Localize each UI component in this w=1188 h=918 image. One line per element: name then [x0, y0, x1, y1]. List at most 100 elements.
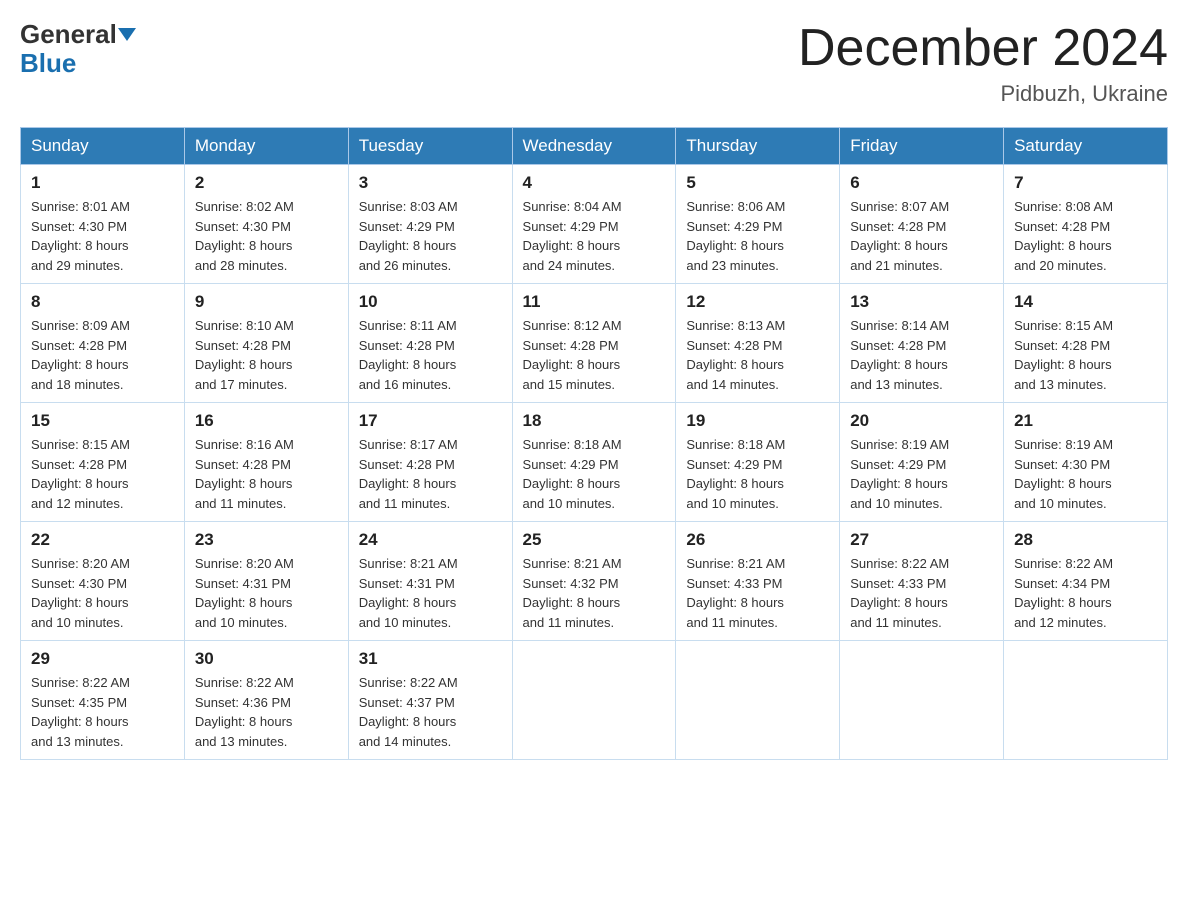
day-info: Sunrise: 8:22 AMSunset: 4:35 PMDaylight:…: [31, 673, 174, 751]
calendar-cell: 7 Sunrise: 8:08 AMSunset: 4:28 PMDaylight…: [1004, 165, 1168, 284]
day-info: Sunrise: 8:12 AMSunset: 4:28 PMDaylight:…: [523, 316, 666, 394]
day-info: Sunrise: 8:15 AMSunset: 4:28 PMDaylight:…: [1014, 316, 1157, 394]
day-info: Sunrise: 8:07 AMSunset: 4:28 PMDaylight:…: [850, 197, 993, 275]
day-info: Sunrise: 8:17 AMSunset: 4:28 PMDaylight:…: [359, 435, 502, 513]
day-number: 30: [195, 649, 338, 669]
logo-blue: Blue: [20, 49, 136, 78]
calendar-cell: 28Sunrise: 8:22 AMSunset: 4:34 PMDayligh…: [1004, 522, 1168, 641]
page-header: General Blue December 2024 Pidbuzh, Ukra…: [20, 20, 1168, 107]
day-info: Sunrise: 8:18 AMSunset: 4:29 PMDaylight:…: [523, 435, 666, 513]
day-number: 29: [31, 649, 174, 669]
day-number: 24: [359, 530, 502, 550]
day-number: 6: [850, 173, 993, 193]
calendar-cell: 13 Sunrise: 8:14 AMSunset: 4:28 PMDayligh…: [840, 284, 1004, 403]
day-header-monday: Monday: [184, 128, 348, 165]
day-info: Sunrise: 8:08 AMSunset: 4:28 PMDaylight:…: [1014, 197, 1157, 275]
calendar-cell: 12Sunrise: 8:13 AMSunset: 4:28 PMDayligh…: [676, 284, 840, 403]
day-number: 1: [31, 173, 174, 193]
day-number: 14: [1014, 292, 1157, 312]
calendar-cell: 17 Sunrise: 8:17 AMSunset: 4:28 PMDayligh…: [348, 403, 512, 522]
day-info: Sunrise: 8:10 AMSunset: 4:28 PMDaylight:…: [195, 316, 338, 394]
day-info: Sunrise: 8:20 AMSunset: 4:31 PMDaylight:…: [195, 554, 338, 632]
day-number: 17: [359, 411, 502, 431]
calendar-header: SundayMondayTuesdayWednesdayThursdayFrid…: [21, 128, 1168, 165]
day-info: Sunrise: 8:09 AMSunset: 4:28 PMDaylight:…: [31, 316, 174, 394]
day-info: Sunrise: 8:19 AMSunset: 4:30 PMDaylight:…: [1014, 435, 1157, 513]
week-row-4: 22Sunrise: 8:20 AMSunset: 4:30 PMDayligh…: [21, 522, 1168, 641]
logo-general: General: [20, 20, 136, 49]
day-info: Sunrise: 8:18 AMSunset: 4:29 PMDaylight:…: [686, 435, 829, 513]
day-number: 3: [359, 173, 502, 193]
calendar-cell: 31Sunrise: 8:22 AMSunset: 4:37 PMDayligh…: [348, 641, 512, 760]
week-row-3: 15 Sunrise: 8:15 AMSunset: 4:28 PMDayligh…: [21, 403, 1168, 522]
day-info: Sunrise: 8:21 AMSunset: 4:33 PMDaylight:…: [686, 554, 829, 632]
day-number: 9: [195, 292, 338, 312]
calendar-cell: 21 Sunrise: 8:19 AMSunset: 4:30 PMDayligh…: [1004, 403, 1168, 522]
day-number: 25: [523, 530, 666, 550]
day-info: Sunrise: 8:22 AMSunset: 4:34 PMDaylight:…: [1014, 554, 1157, 632]
calendar-cell: 3 Sunrise: 8:03 AMSunset: 4:29 PMDaylight…: [348, 165, 512, 284]
calendar-cell: [1004, 641, 1168, 760]
day-number: 7: [1014, 173, 1157, 193]
day-number: 2: [195, 173, 338, 193]
day-number: 20: [850, 411, 993, 431]
day-number: 11: [523, 292, 666, 312]
day-number: 8: [31, 292, 174, 312]
day-info: Sunrise: 8:01 AMSunset: 4:30 PMDaylight:…: [31, 197, 174, 275]
day-info: Sunrise: 8:21 AMSunset: 4:32 PMDaylight:…: [523, 554, 666, 632]
day-header-wednesday: Wednesday: [512, 128, 676, 165]
day-number: 19: [686, 411, 829, 431]
day-info: Sunrise: 8:03 AMSunset: 4:29 PMDaylight:…: [359, 197, 502, 275]
day-info: Sunrise: 8:14 AMSunset: 4:28 PMDaylight:…: [850, 316, 993, 394]
day-info: Sunrise: 8:04 AMSunset: 4:29 PMDaylight:…: [523, 197, 666, 275]
day-number: 5: [686, 173, 829, 193]
day-header-tuesday: Tuesday: [348, 128, 512, 165]
day-info: Sunrise: 8:11 AMSunset: 4:28 PMDaylight:…: [359, 316, 502, 394]
day-header-saturday: Saturday: [1004, 128, 1168, 165]
calendar-cell: 14 Sunrise: 8:15 AMSunset: 4:28 PMDayligh…: [1004, 284, 1168, 403]
day-info: Sunrise: 8:19 AMSunset: 4:29 PMDaylight:…: [850, 435, 993, 513]
day-info: Sunrise: 8:16 AMSunset: 4:28 PMDaylight:…: [195, 435, 338, 513]
calendar-cell: 29 Sunrise: 8:22 AMSunset: 4:35 PMDayligh…: [21, 641, 185, 760]
calendar-cell: [512, 641, 676, 760]
day-number: 10: [359, 292, 502, 312]
calendar-cell: 23Sunrise: 8:20 AMSunset: 4:31 PMDayligh…: [184, 522, 348, 641]
calendar-cell: [676, 641, 840, 760]
calendar-cell: 2 Sunrise: 8:02 AMSunset: 4:30 PMDaylight…: [184, 165, 348, 284]
day-info: Sunrise: 8:06 AMSunset: 4:29 PMDaylight:…: [686, 197, 829, 275]
day-header-thursday: Thursday: [676, 128, 840, 165]
week-row-2: 8 Sunrise: 8:09 AMSunset: 4:28 PMDaylight…: [21, 284, 1168, 403]
calendar-cell: 25 Sunrise: 8:21 AMSunset: 4:32 PMDayligh…: [512, 522, 676, 641]
day-number: 18: [523, 411, 666, 431]
calendar-cell: 10 Sunrise: 8:11 AMSunset: 4:28 PMDayligh…: [348, 284, 512, 403]
calendar-cell: 11 Sunrise: 8:12 AMSunset: 4:28 PMDayligh…: [512, 284, 676, 403]
week-row-1: 1 Sunrise: 8:01 AMSunset: 4:30 PMDaylight…: [21, 165, 1168, 284]
day-info: Sunrise: 8:22 AMSunset: 4:36 PMDaylight:…: [195, 673, 338, 751]
calendar-cell: 16Sunrise: 8:16 AMSunset: 4:28 PMDayligh…: [184, 403, 348, 522]
day-info: Sunrise: 8:21 AMSunset: 4:31 PMDaylight:…: [359, 554, 502, 632]
day-number: 26: [686, 530, 829, 550]
logo: General Blue: [20, 20, 136, 77]
day-info: Sunrise: 8:20 AMSunset: 4:30 PMDaylight:…: [31, 554, 174, 632]
day-info: Sunrise: 8:22 AMSunset: 4:33 PMDaylight:…: [850, 554, 993, 632]
logo-arrow-icon: [118, 28, 136, 41]
title-block: December 2024 Pidbuzh, Ukraine: [798, 20, 1168, 107]
day-number: 13: [850, 292, 993, 312]
day-header-row: SundayMondayTuesdayWednesdayThursdayFrid…: [21, 128, 1168, 165]
calendar-cell: 22Sunrise: 8:20 AMSunset: 4:30 PMDayligh…: [21, 522, 185, 641]
day-header-sunday: Sunday: [21, 128, 185, 165]
week-row-5: 29 Sunrise: 8:22 AMSunset: 4:35 PMDayligh…: [21, 641, 1168, 760]
calendar-cell: [840, 641, 1004, 760]
calendar-body: 1 Sunrise: 8:01 AMSunset: 4:30 PMDaylight…: [21, 165, 1168, 760]
calendar-cell: 30 Sunrise: 8:22 AMSunset: 4:36 PMDayligh…: [184, 641, 348, 760]
calendar-cell: 19 Sunrise: 8:18 AMSunset: 4:29 PMDayligh…: [676, 403, 840, 522]
day-number: 31: [359, 649, 502, 669]
day-number: 15: [31, 411, 174, 431]
day-number: 4: [523, 173, 666, 193]
day-info: Sunrise: 8:15 AMSunset: 4:28 PMDaylight:…: [31, 435, 174, 513]
day-info: Sunrise: 8:02 AMSunset: 4:30 PMDaylight:…: [195, 197, 338, 275]
calendar-cell: 1 Sunrise: 8:01 AMSunset: 4:30 PMDaylight…: [21, 165, 185, 284]
calendar-cell: 9 Sunrise: 8:10 AMSunset: 4:28 PMDaylight…: [184, 284, 348, 403]
day-number: 21: [1014, 411, 1157, 431]
calendar-cell: 5 Sunrise: 8:06 AMSunset: 4:29 PMDaylight…: [676, 165, 840, 284]
